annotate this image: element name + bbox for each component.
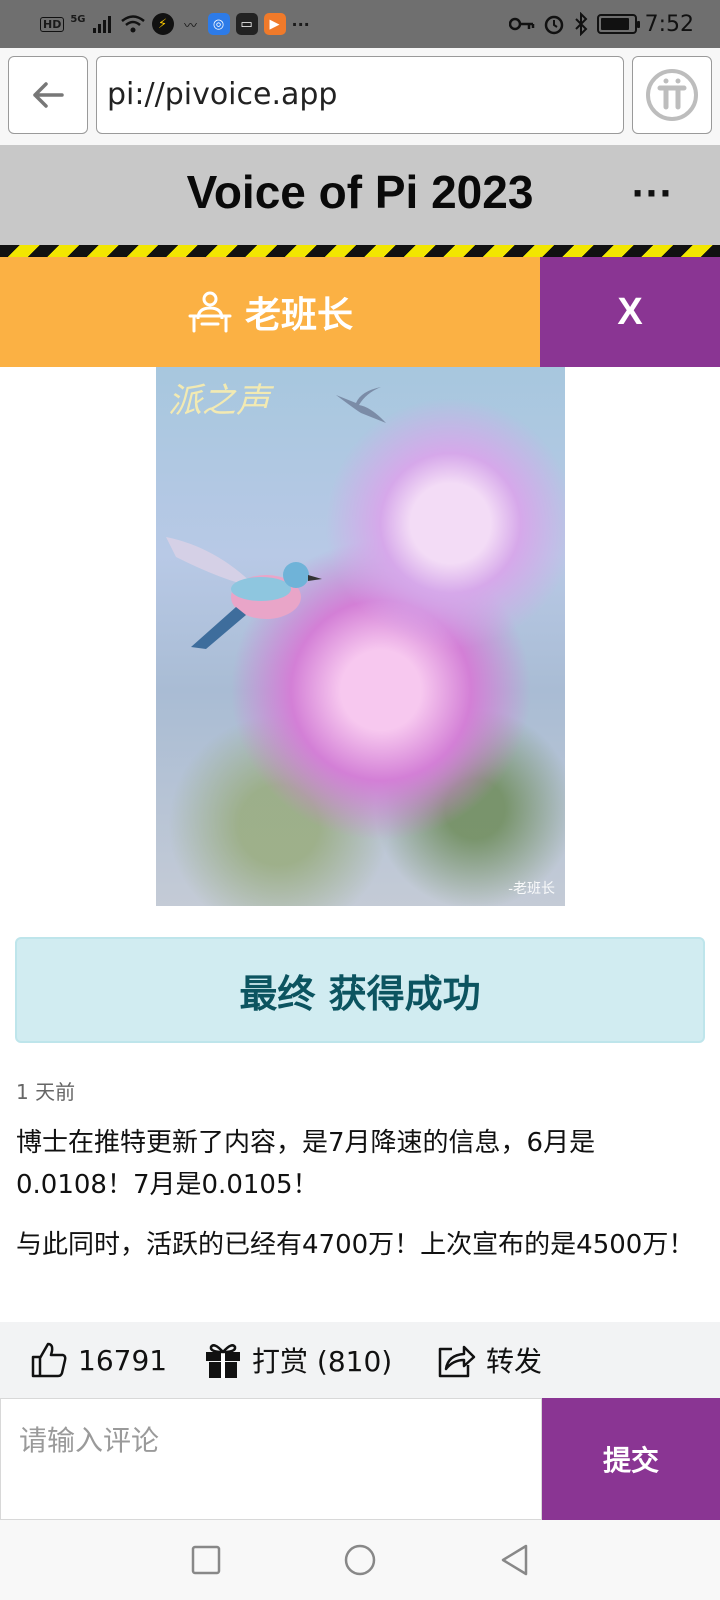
gift-icon (206, 1344, 240, 1378)
nav-back-button[interactable] (494, 1540, 534, 1580)
recents-button[interactable] (186, 1540, 226, 1580)
share-icon (438, 1345, 476, 1378)
video-app-icon: ▶ (263, 13, 286, 35)
status-bar: HD 5G ⚡ 〰 ◎ ▭ ▶ ··· 7:52 (0, 0, 720, 48)
clock: 7:52 (644, 11, 694, 37)
network-type: 5G (70, 13, 86, 25)
browser-toolbar: pi://pivoice.app (0, 48, 720, 145)
post-paragraph: 与此同时，活跃的已经有4700万！上次宣布的是4500万！ (16, 1230, 695, 1260)
author-name: 老班长 (244, 295, 353, 336)
image-watermark-title: 派之声 (168, 381, 270, 421)
battery-icon (596, 14, 640, 34)
status-right: 7:52 (508, 10, 694, 38)
thumbs-up-icon (31, 1342, 67, 1378)
share-label: 转发 (486, 1345, 543, 1378)
comment-input[interactable] (0, 1398, 542, 1520)
image-watermark-author: -老班长 (508, 881, 555, 897)
circle-icon (344, 1544, 376, 1576)
home-button[interactable] (340, 1540, 380, 1580)
author-bar[interactable]: 老班长 (0, 257, 540, 367)
triangle-back-icon (501, 1544, 528, 1576)
like-count: 16791 (78, 1343, 168, 1377)
signal-icon (92, 16, 111, 33)
back-button[interactable] (8, 56, 88, 134)
square-icon (191, 1545, 221, 1575)
battery-level (600, 18, 630, 30)
system-nav-bar (0, 1520, 720, 1600)
close-button[interactable]: X (540, 257, 720, 367)
post-timestamp: 1 天前 (16, 1080, 76, 1104)
wifi-icon (120, 15, 145, 33)
hazard-stripe-divider (0, 245, 720, 257)
tip-label: 打赏 (810) (252, 1345, 393, 1378)
small-bird-illustration (336, 387, 386, 423)
address-field[interactable]: pi://pivoice.app (96, 56, 624, 134)
app-header: Voice of Pi 2023 ··· (0, 145, 720, 245)
app-title: Voice of Pi 2023 (186, 166, 534, 218)
back-arrow-icon (33, 82, 64, 108)
alarm-icon (544, 15, 563, 35)
post-headline-banner: 最终 获得成功 (15, 937, 705, 1043)
teacher-desk-icon (188, 291, 232, 333)
bird-illustration (166, 537, 322, 649)
like-button[interactable]: 16791 (30, 1322, 167, 1398)
pi-browser-button[interactable] (632, 56, 712, 134)
action-bar: 16791 打赏 (810) 转发 (0, 1322, 720, 1398)
tip-button[interactable]: 打赏 (810) (204, 1322, 392, 1398)
status-left: HD 5G ⚡ 〰 ◎ ▭ ▶ ··· (40, 10, 310, 38)
link-icon: 〰 (184, 18, 198, 34)
speedometer-icon: ⚡ (151, 13, 174, 35)
submit-button[interactable]: 提交 (542, 1398, 720, 1520)
hd-icon: HD (40, 16, 65, 32)
post-image: 派之声 -老班长 (156, 367, 565, 906)
pi-logo-icon (646, 69, 698, 121)
bluetooth-icon (574, 12, 588, 36)
browser-icon: ◎ (207, 13, 230, 35)
share-button[interactable]: 转发 (436, 1322, 542, 1398)
more-menu-button[interactable]: ··· (631, 174, 672, 214)
post-paragraph: 博士在推特更新了内容，是7月降速的信息，6月是0.0108！7月是0.0105！ (16, 1128, 596, 1200)
more-notifications: ··· (291, 14, 310, 34)
key-icon (508, 17, 534, 31)
chat-icon: ▭ (235, 13, 258, 35)
